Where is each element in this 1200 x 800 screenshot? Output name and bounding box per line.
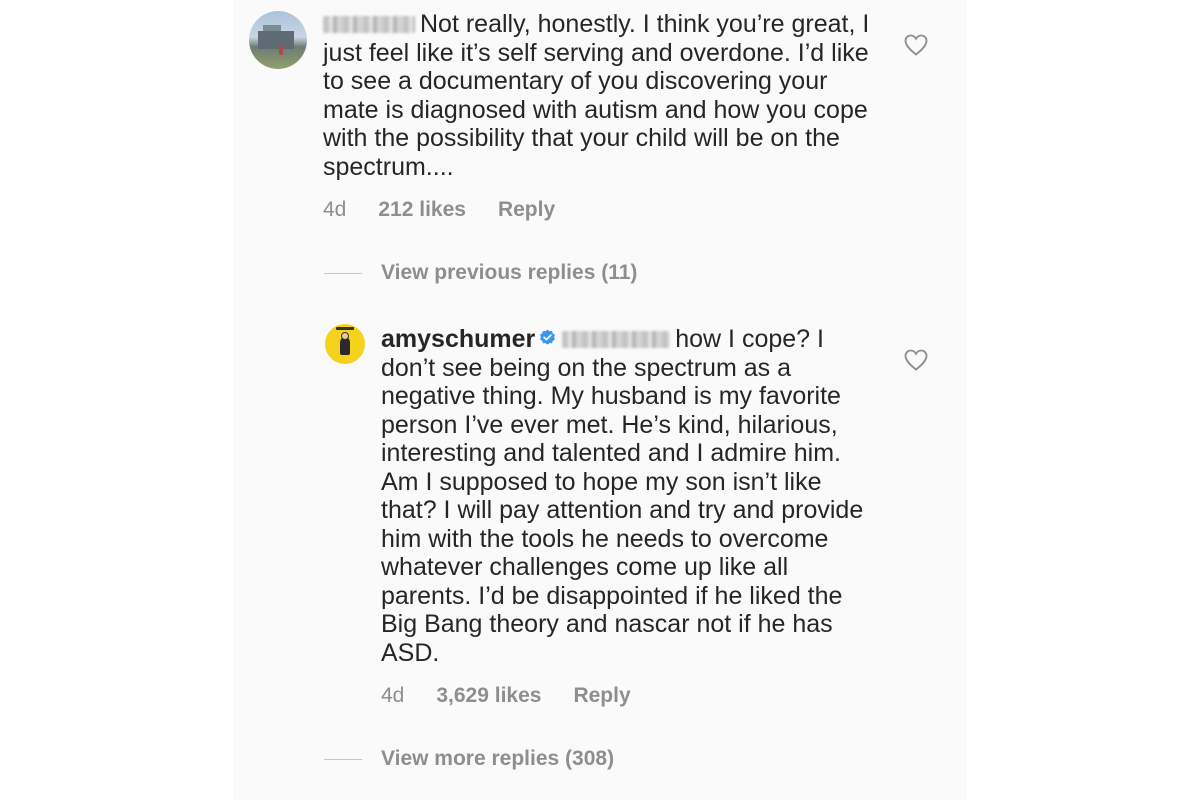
- view-replies-label: View previous replies (11): [381, 261, 638, 284]
- reply-body: amyschumer how I cope? I don’t see being …: [381, 325, 881, 667]
- heart-icon[interactable]: [904, 34, 928, 56]
- reply-likes[interactable]: 3,629 likes: [436, 684, 541, 708]
- reply-button[interactable]: Reply: [573, 684, 630, 708]
- amyschumer-avatar[interactable]: [325, 324, 365, 364]
- reply-meta: 4d 3,629 likes Reply: [381, 684, 631, 708]
- view-more-replies[interactable]: View more replies (308): [324, 747, 614, 771]
- blurred-mention[interactable]: [562, 331, 671, 348]
- comment-likes[interactable]: 212 likes: [378, 198, 466, 222]
- view-previous-replies[interactable]: View previous replies (11): [324, 261, 637, 285]
- comment-meta: 4d 212 likes Reply: [323, 198, 555, 222]
- reply-username[interactable]: amyschumer: [381, 325, 535, 353]
- verified-badge-icon: [540, 329, 556, 345]
- blurred-username[interactable]: [323, 16, 415, 33]
- reply-button[interactable]: Reply: [498, 198, 555, 222]
- comment-body: Not really, honestly. I think you’re gre…: [323, 10, 883, 181]
- replies-divider: [324, 758, 362, 760]
- comment-time: 4d: [323, 198, 347, 221]
- reply-time: 4d: [381, 684, 405, 707]
- heart-icon[interactable]: [904, 349, 928, 371]
- commenter-avatar[interactable]: [249, 11, 307, 69]
- comment-text: Not really, honestly. I think you’re gre…: [323, 10, 870, 181]
- reply-text: how I cope? I don’t see being on the spe…: [381, 325, 864, 667]
- replies-divider: [324, 272, 362, 274]
- view-replies-label: View more replies (308): [381, 747, 615, 770]
